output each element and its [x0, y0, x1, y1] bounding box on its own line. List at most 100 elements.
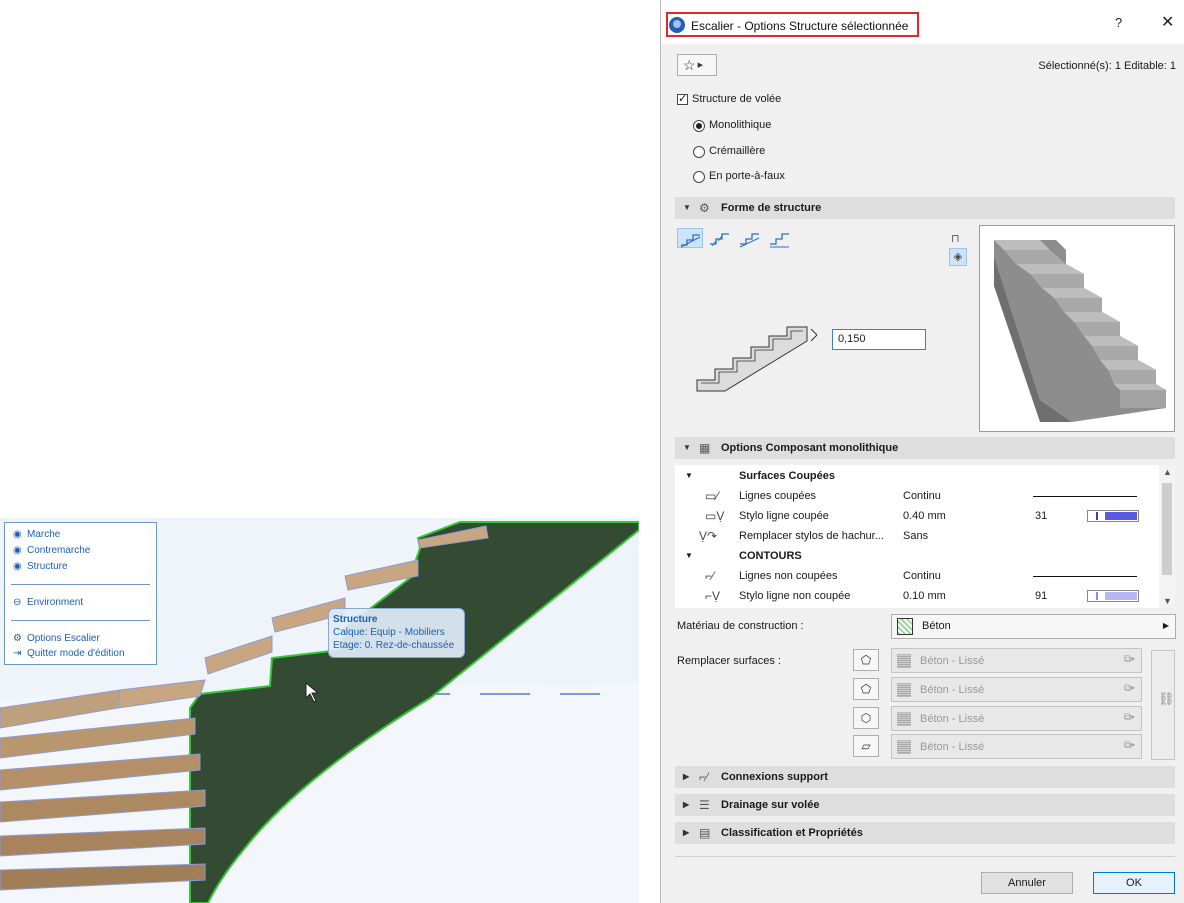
surfaces-label: Remplacer surfaces :	[677, 655, 781, 667]
palette-item-marche[interactable]: ◉ Marche	[13, 528, 60, 542]
close-button[interactable]: ✕	[1161, 12, 1174, 32]
table-scrollbar[interactable]: ▲ ▼	[1159, 465, 1175, 608]
surface-picker-icon: ⧉▸	[1124, 740, 1135, 751]
structure-thickness-input[interactable]: 0,150	[832, 329, 926, 350]
scrollbar-thumb[interactable]	[1162, 483, 1172, 575]
cancel-button[interactable]: Annuler	[981, 872, 1073, 894]
3d-view-icon[interactable]: ◈	[949, 248, 967, 266]
dialog-title: Escalier - Options Structure sélectionné…	[691, 19, 909, 33]
structure-shape-icon: ⚙	[699, 201, 710, 215]
expanded-arrow-icon: ▼	[683, 203, 691, 212]
scroll-down-icon[interactable]: ▼	[1163, 596, 1172, 606]
stair-profile-1-button[interactable]	[677, 228, 703, 248]
palette-item-quit-edit[interactable]: ⇥ Quitter mode d'édition	[13, 647, 125, 661]
section-connexions-support[interactable]: ▶ ⌐⁄ Connexions support	[675, 766, 1175, 788]
table-row[interactable]: Ṿ↷ Remplacer stylos de hachur... Sans	[675, 526, 1159, 546]
section-composant-monolithique[interactable]: ▼ ▦ Options Composant monolithique	[675, 437, 1175, 459]
stair-profile-3-button[interactable]	[737, 228, 763, 248]
surface-edge-selector[interactable]: Béton - Lissé ⧉▸	[891, 706, 1142, 731]
stair-structure-dialog: Escalier - Options Structure sélectionné…	[660, 0, 1184, 903]
palette-item-options-escalier[interactable]: ⚙ Options Escalier	[13, 632, 100, 646]
palette-item-contremarche[interactable]: ◉ Contremarche	[13, 544, 90, 558]
star-icon: ☆	[683, 57, 696, 73]
table-row[interactable]: ⌐⁄ Lignes non coupées Continu	[675, 566, 1159, 586]
dialog-titlebar[interactable]: Escalier - Options Structure sélectionné…	[661, 0, 1184, 44]
selection-count: Sélectionné(s): 1 Editable: 1	[1038, 60, 1176, 72]
surface-swatch-icon	[897, 712, 911, 726]
surface-bottom-button[interactable]: ▱	[853, 735, 879, 757]
help-button[interactable]: ?	[1115, 15, 1122, 30]
surface-side-button[interactable]: ⬠	[853, 678, 879, 700]
cut-line-icon: ▭⁄	[705, 489, 719, 503]
table-row[interactable]: ▭Ṿ Stylo ligne coupée 0.40 mm 31	[675, 506, 1159, 526]
pen-color-swatch[interactable]	[1087, 510, 1139, 522]
radio-monolithique[interactable]	[693, 120, 705, 132]
table-group-row[interactable]: ▼ CONTOURS	[675, 546, 1159, 566]
dropdown-arrow-icon: ▶	[697, 62, 703, 70]
classification-icon: ▤	[699, 826, 711, 840]
uncut-pen-icon: ⌐Ṿ	[705, 589, 721, 603]
section-drainage[interactable]: ▶ ☰ Drainage sur volée	[675, 794, 1175, 816]
radio-porte-a-faux[interactable]	[693, 171, 705, 183]
favorites-button[interactable]: ☆ ▶	[677, 54, 717, 76]
collapsed-arrow-icon: ▶	[683, 800, 690, 809]
collapse-arrow-icon: ▼	[685, 551, 693, 560]
info-tag-story: Etage: 0. Rez-de-chaussée	[333, 640, 455, 651]
surface-picker-icon: ⧉▸	[1124, 654, 1135, 665]
support-connection-icon: ⌐⁄	[699, 770, 709, 784]
pen-color-swatch[interactable]	[1087, 590, 1139, 602]
structure-volee-checkbox[interactable]	[677, 92, 688, 105]
element-info-tag: Structure Calque: Equip - Mobiliers Etag…	[328, 608, 465, 658]
component-settings-table: ▼ Surfaces Coupées ▭⁄ Lignes coupées Con…	[675, 465, 1175, 608]
palette-divider	[11, 584, 150, 585]
structure-profile-diagram	[696, 326, 818, 392]
eye-icon: ◉	[13, 561, 22, 572]
chain-link-icon: ⛓	[1158, 691, 1175, 706]
palette-item-structure[interactable]: ◉ Structure	[13, 560, 68, 574]
radio-porte-a-faux-label: En porte-à-faux	[709, 170, 785, 182]
structure-volee-label: Structure de volée	[692, 93, 782, 105]
exit-icon: ⇥	[13, 648, 22, 659]
table-row[interactable]: ⌐Ṿ Stylo ligne non coupée 0.10 mm 91	[675, 586, 1159, 606]
radio-cremaillere[interactable]	[693, 146, 705, 158]
drainage-icon: ☰	[699, 798, 710, 812]
table-row[interactable]: ▭⁄ Lignes coupées Continu	[675, 486, 1159, 506]
stair-profile-4-button[interactable]	[767, 228, 793, 248]
scroll-up-icon[interactable]: ▲	[1163, 467, 1172, 477]
material-selector[interactable]: Béton ▶	[891, 614, 1176, 639]
surface-side-selector[interactable]: Béton - Lissé ⧉▸	[891, 677, 1142, 702]
line-type-preview	[1033, 496, 1137, 497]
link-surfaces-toggle[interactable]: ⛓	[1151, 650, 1175, 760]
surface-swatch-icon	[897, 683, 911, 697]
surface-top-button[interactable]: ⬠	[853, 649, 879, 671]
stair-profile-2-button[interactable]	[707, 228, 733, 248]
materiau-label: Matériau de construction :	[677, 620, 804, 632]
surface-edge-button[interactable]: ⬡	[853, 707, 879, 729]
stair-preview-graphic	[994, 240, 1166, 422]
palette-item-environment[interactable]: ⊖ Environment	[13, 596, 83, 610]
collapsed-arrow-icon: ▶	[683, 828, 690, 837]
eye-icon: ◉	[13, 545, 22, 556]
radio-cremaillere-label: Crémaillère	[709, 145, 766, 157]
collapsed-arrow-icon: ▶	[683, 772, 690, 781]
plan-view-icon[interactable]: ⊓	[951, 232, 960, 245]
surface-bottom-selector[interactable]: Béton - Lissé ⧉▸	[891, 734, 1142, 759]
section-forme-structure[interactable]: ▼ ⚙ Forme de structure	[675, 197, 1175, 219]
line-type-preview	[1033, 576, 1137, 577]
archicad-app-icon	[669, 17, 685, 33]
override-pen-icon: Ṿ↷	[699, 529, 718, 543]
context-palette: ◉ Marche ◉ Contremarche ◉ Structure ⊖ Enviro…	[4, 522, 157, 665]
eye-icon: ◉	[13, 529, 22, 540]
surface-picker-icon: ⧉▸	[1124, 712, 1135, 723]
surface-top-selector[interactable]: Béton - Lissé ⧉▸	[891, 648, 1142, 673]
cut-pen-icon: ▭Ṿ	[705, 509, 725, 523]
dropdown-arrow-icon: ▶	[1162, 621, 1169, 630]
surface-swatch-icon	[897, 654, 911, 668]
eye-closed-icon: ⊖	[13, 597, 22, 608]
ok-button[interactable]: OK	[1093, 872, 1175, 894]
surface-swatch-icon	[897, 740, 911, 754]
material-swatch-icon	[897, 618, 913, 635]
table-group-row[interactable]: ▼ Surfaces Coupées	[675, 466, 1159, 486]
section-classification[interactable]: ▶ ▤ Classification et Propriétés	[675, 822, 1175, 844]
surface-picker-icon: ⧉▸	[1124, 683, 1135, 694]
